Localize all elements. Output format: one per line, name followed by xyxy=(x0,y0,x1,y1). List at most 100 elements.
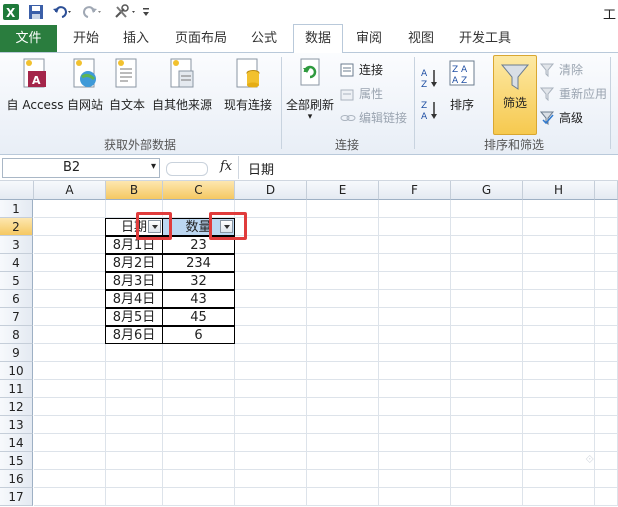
column-header-b[interactable]: B xyxy=(106,181,163,200)
cell[interactable] xyxy=(34,434,106,452)
cell[interactable] xyxy=(106,452,163,470)
cell[interactable] xyxy=(307,308,379,326)
cell[interactable] xyxy=(235,452,307,470)
tab-developer[interactable]: 开发工具 xyxy=(454,25,516,52)
tab-home[interactable]: 开始 xyxy=(66,25,106,52)
table-cell-date[interactable]: 8月2日 xyxy=(105,254,163,272)
cell[interactable] xyxy=(34,380,106,398)
cell[interactable] xyxy=(595,200,618,218)
cell[interactable] xyxy=(595,308,618,326)
cell[interactable] xyxy=(163,362,235,380)
cell[interactable] xyxy=(379,398,451,416)
save-icon[interactable] xyxy=(28,3,44,21)
cell[interactable] xyxy=(451,452,523,470)
from-access-button[interactable]: A 自 Access xyxy=(4,57,66,113)
cell[interactable] xyxy=(307,326,379,344)
from-web-button[interactable]: 自网站 xyxy=(64,57,106,113)
table-cell-quantity[interactable]: 234 xyxy=(162,254,235,272)
cell[interactable] xyxy=(595,398,618,416)
filter-button[interactable]: 筛选 xyxy=(493,55,537,135)
cell[interactable] xyxy=(379,236,451,254)
insert-function-icon[interactable]: fx xyxy=(220,159,232,174)
cell[interactable] xyxy=(307,200,379,218)
row-header[interactable]: 13 xyxy=(0,416,33,434)
cell[interactable] xyxy=(523,488,595,506)
cell[interactable] xyxy=(379,218,451,236)
from-text-button[interactable]: 自文本 xyxy=(106,57,148,113)
properties-button[interactable]: 属性 xyxy=(340,85,383,102)
cell[interactable] xyxy=(451,416,523,434)
table-cell-quantity[interactable]: 43 xyxy=(162,290,235,308)
table-cell-quantity[interactable]: 32 xyxy=(162,272,235,290)
cell[interactable] xyxy=(523,416,595,434)
cell[interactable] xyxy=(34,308,106,326)
cell[interactable] xyxy=(379,470,451,488)
cell[interactable] xyxy=(451,398,523,416)
reapply-button[interactable]: 重新应用 xyxy=(540,85,607,102)
cell[interactable] xyxy=(235,290,307,308)
row-header[interactable]: 1 xyxy=(0,200,33,218)
cell[interactable] xyxy=(379,200,451,218)
connections-button[interactable]: 连接 xyxy=(340,61,383,78)
cell[interactable] xyxy=(106,380,163,398)
cell[interactable] xyxy=(307,488,379,506)
table-cell-date[interactable]: 8月3日 xyxy=(105,272,163,290)
cell[interactable] xyxy=(523,272,595,290)
cell[interactable] xyxy=(163,470,235,488)
cell[interactable] xyxy=(523,326,595,344)
row-header[interactable]: 17 xyxy=(0,488,33,506)
cell[interactable] xyxy=(235,488,307,506)
cell[interactable] xyxy=(307,398,379,416)
cell[interactable] xyxy=(34,470,106,488)
column-header-d[interactable]: D xyxy=(235,181,307,200)
cell[interactable] xyxy=(451,200,523,218)
cell[interactable] xyxy=(307,344,379,362)
table-cell-quantity[interactable]: 45 xyxy=(162,308,235,326)
cell[interactable] xyxy=(595,362,618,380)
column-header-h[interactable]: H xyxy=(523,181,595,200)
cell[interactable] xyxy=(34,236,106,254)
cell[interactable] xyxy=(34,218,106,236)
cell[interactable] xyxy=(106,416,163,434)
tab-data[interactable]: 数据 xyxy=(293,24,343,54)
cell[interactable] xyxy=(595,326,618,344)
cell[interactable] xyxy=(379,380,451,398)
row-header[interactable]: 8 xyxy=(0,326,33,344)
cell[interactable] xyxy=(451,308,523,326)
cell[interactable] xyxy=(523,380,595,398)
cell[interactable] xyxy=(307,470,379,488)
select-all-corner[interactable] xyxy=(0,181,34,200)
cell[interactable] xyxy=(379,362,451,380)
tab-page-layout[interactable]: 页面布局 xyxy=(170,25,232,52)
cell[interactable] xyxy=(235,398,307,416)
row-header[interactable]: 14 xyxy=(0,434,33,452)
cell[interactable] xyxy=(235,416,307,434)
cell[interactable] xyxy=(163,380,235,398)
cell[interactable] xyxy=(34,416,106,434)
cell[interactable] xyxy=(523,290,595,308)
cell[interactable] xyxy=(595,236,618,254)
cell[interactable] xyxy=(523,452,595,470)
cell[interactable] xyxy=(523,344,595,362)
cell[interactable] xyxy=(235,362,307,380)
cell[interactable] xyxy=(106,470,163,488)
cell[interactable] xyxy=(523,254,595,272)
cell[interactable] xyxy=(523,398,595,416)
cell[interactable] xyxy=(163,416,235,434)
cell[interactable] xyxy=(34,272,106,290)
column-header-c[interactable]: C xyxy=(163,181,235,200)
row-header[interactable]: 2 xyxy=(0,218,33,236)
table-cell-date[interactable]: 8月4日 xyxy=(105,290,163,308)
cell[interactable] xyxy=(379,254,451,272)
cell[interactable] xyxy=(307,272,379,290)
cell[interactable] xyxy=(379,290,451,308)
cell[interactable] xyxy=(307,236,379,254)
table-cell-date[interactable]: 8月5日 xyxy=(105,308,163,326)
cell[interactable] xyxy=(523,308,595,326)
cell[interactable] xyxy=(451,380,523,398)
undo-icon[interactable] xyxy=(52,3,74,21)
row-header[interactable]: 7 xyxy=(0,308,33,326)
cell[interactable] xyxy=(595,434,618,452)
tab-view[interactable]: 视图 xyxy=(401,25,441,52)
cell[interactable] xyxy=(451,362,523,380)
